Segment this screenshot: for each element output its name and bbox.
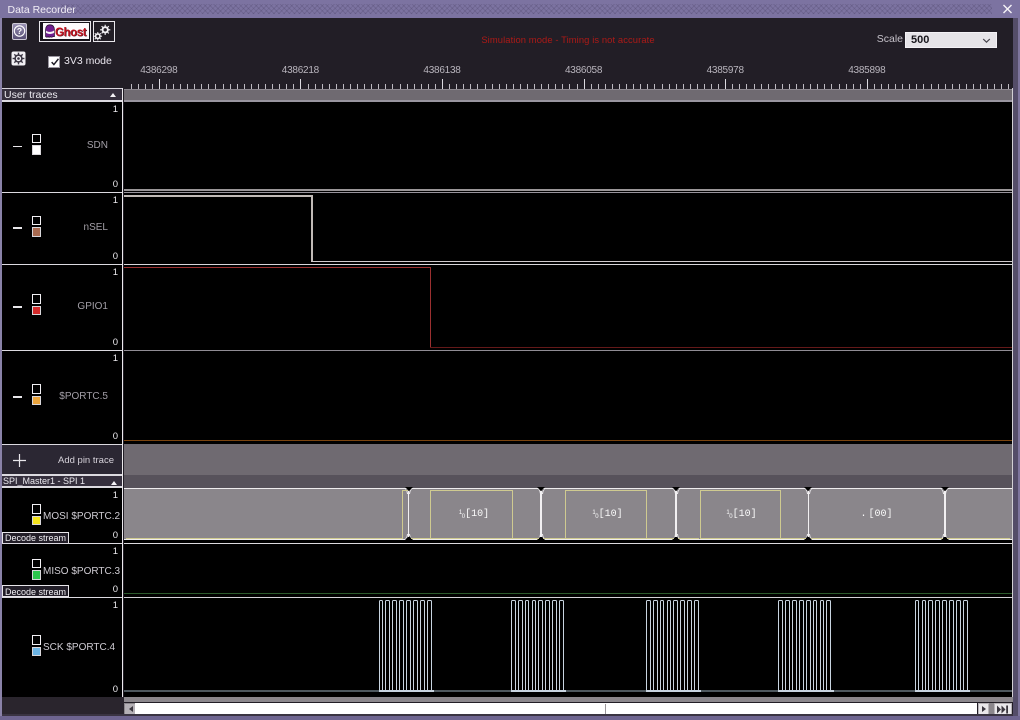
svg-text:?: ? [17, 26, 22, 36]
